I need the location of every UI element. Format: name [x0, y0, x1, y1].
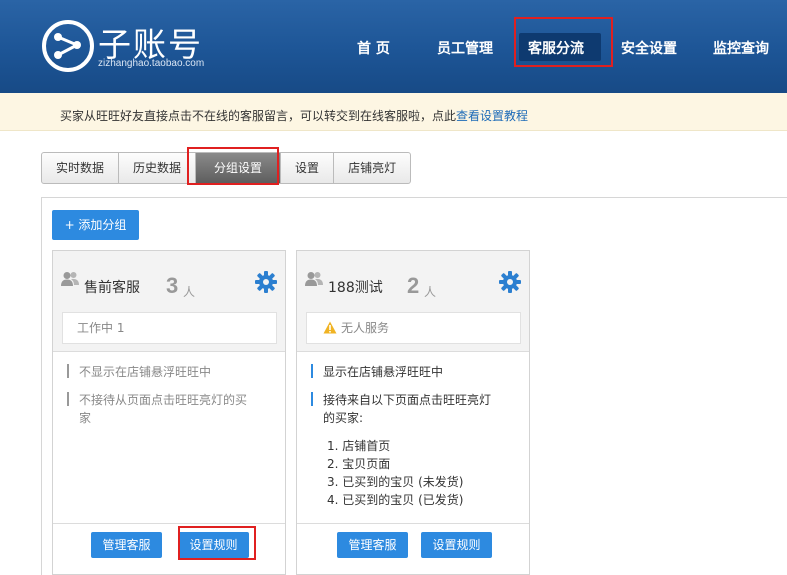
rule-marker — [67, 364, 69, 378]
member-count: 2 — [407, 273, 420, 298]
notice-bar: 买家从旺旺好友直接点击不在线的客服留言，可以转交到在线客服啦，点此查看设置教程 — [0, 93, 787, 131]
manage-service-button[interactable]: 管理客服 — [337, 532, 408, 558]
group-card-header: 售前客服 3 人 工作中 1 — [53, 251, 285, 352]
member-unit: 人 — [424, 285, 437, 299]
group-card-header: 188测试 2 人 无人服务 — [297, 251, 529, 352]
group-status: 无人服务 — [306, 312, 521, 344]
member-unit: 人 — [183, 285, 196, 299]
logo-subtitle: zizhanghao.taobao.com — [98, 58, 205, 69]
gear-icon[interactable] — [499, 271, 521, 293]
rule-text: 不接待从页面点击旺旺亮灯的买 — [79, 393, 248, 407]
rule-text: 家 — [79, 411, 92, 425]
nav-highlight-box — [514, 17, 613, 67]
rule-marker — [311, 364, 313, 378]
page-list-item: 3. 已买到的宝贝 (未发货) — [327, 475, 464, 489]
member-count: 3 — [166, 273, 179, 298]
tab-store-light[interactable]: 店铺亮灯 — [334, 153, 410, 183]
card-footer-divider — [53, 523, 285, 524]
top-header: 子账号 zizhanghao.taobao.com 首 页 员工管理 客服分流 … — [0, 0, 787, 93]
group-card: 188测试 2 人 无人服务 显示在店铺悬浮旺旺中 接待来自以下页面点击旺旺亮灯… — [296, 250, 530, 575]
page-list-item: 1. 店铺首页 — [327, 439, 391, 453]
rule-text: 不显示在店铺悬浮旺旺中 — [79, 365, 212, 379]
tab-highlight-box — [187, 147, 279, 185]
rule-text: 接待来自以下页面点击旺旺亮灯 — [323, 393, 492, 407]
group-name: 188测试 — [328, 280, 383, 296]
group-status: 工作中 1 — [62, 312, 277, 344]
group-name: 售前客服 — [84, 280, 140, 296]
people-icon — [61, 272, 79, 286]
nav-monitoring[interactable]: 监控查询 — [713, 38, 769, 58]
gear-icon[interactable] — [255, 271, 277, 293]
page-list-item: 2. 宝贝页面 — [327, 457, 391, 471]
notice-text: 买家从旺旺好友直接点击不在线的客服留言，可以转交到在线客服啦，点此查看设置教程 — [60, 107, 528, 124]
logo[interactable]: 子账号 zizhanghao.taobao.com — [42, 20, 204, 72]
manage-service-button[interactable]: 管理客服 — [91, 532, 162, 558]
logo-icon — [42, 20, 94, 72]
rule-text: 的买家: — [323, 411, 364, 425]
button-highlight-box — [178, 526, 256, 560]
page-list-item: 4. 已买到的宝贝 (已发货) — [327, 493, 464, 507]
tab-history-data[interactable]: 历史数据 — [119, 153, 197, 183]
warning-icon — [323, 321, 337, 334]
notice-message: 买家从旺旺好友直接点击不在线的客服留言，可以转交到在线客服啦，点此 — [60, 109, 457, 123]
group-status-text: 无人服务 — [341, 321, 390, 335]
people-icon — [305, 272, 323, 286]
nav-security-settings[interactable]: 安全设置 — [621, 38, 677, 58]
tab-realtime-data[interactable]: 实时数据 — [42, 153, 120, 183]
card-footer-divider — [297, 523, 529, 524]
rule-text: 显示在店铺悬浮旺旺中 — [323, 365, 444, 379]
rule-marker — [311, 392, 313, 406]
set-rules-button[interactable]: 设置规则 — [421, 532, 492, 558]
tab-settings[interactable]: 设置 — [281, 153, 335, 183]
add-group-button[interactable]: + 添加分组 — [52, 210, 139, 240]
nav-staff-management[interactable]: 员工管理 — [437, 38, 493, 58]
nav-home[interactable]: 首 页 — [357, 38, 390, 58]
tutorial-link[interactable]: 查看设置教程 — [456, 109, 528, 123]
rule-marker — [67, 392, 69, 406]
